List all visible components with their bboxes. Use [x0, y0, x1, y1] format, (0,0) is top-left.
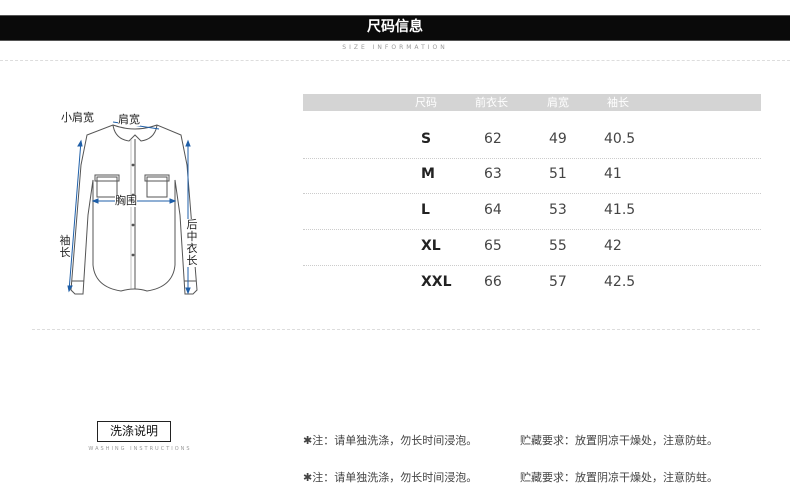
table-row: L 64 53 41.5: [303, 193, 761, 230]
wash-note: ✱注：请单独洗涤，勿长时间浸泡。: [303, 471, 478, 484]
storage-note: 贮藏要求：放置阴凉干燥处，注意防蛀。: [520, 434, 718, 447]
section-title: 尺码信息: [367, 19, 423, 35]
shoulder-cell: 49: [549, 131, 567, 147]
storage-note: 贮藏要求：放置阴凉干燥处，注意防蛀。: [520, 471, 718, 484]
table-row: S 62 49 40.5: [303, 122, 761, 159]
washing-subtitle: WASHING INSTRUCTIONS: [88, 446, 192, 452]
front-length-cell: 64: [484, 202, 502, 218]
table-row: M 63 51 41: [303, 157, 761, 194]
size-cell: S: [421, 131, 432, 147]
sleeve-cell: 42.5: [604, 274, 636, 290]
front-length-cell: 66: [484, 274, 502, 290]
sleeve-cell: 41: [604, 166, 622, 182]
table-row: XXL 66 57 42.5: [303, 265, 761, 301]
shoulder-cell: 53: [549, 202, 567, 218]
wash-note: ✱注：请单独洗涤，勿长时间浸泡。: [303, 434, 478, 447]
size-table-header: [303, 94, 761, 111]
sleeve-length-label: 袖长: [59, 234, 71, 259]
shoulder-cell: 55: [549, 238, 567, 254]
sleeve-cell: 42: [604, 238, 622, 254]
section-divider: [32, 329, 760, 330]
sleeve-cell: 41.5: [604, 202, 636, 218]
header-divider: [0, 60, 790, 61]
shoulder-cell: 57: [549, 274, 567, 290]
size-cell: XL: [421, 238, 441, 254]
chest-label: 胸围: [115, 194, 137, 207]
front-length-cell: 62: [484, 131, 502, 147]
header-sleeve: 袖长: [607, 96, 629, 109]
header-size: 尺码: [415, 96, 437, 109]
shirt-measurement-diagram: 小肩宽 肩宽 胸围 袖长 后中衣长: [55, 105, 215, 305]
front-length-cell: 63: [484, 166, 502, 182]
washing-title: 洗涤说明: [97, 421, 171, 442]
back-length-label: 后中衣长: [186, 218, 198, 267]
table-row: XL 65 55 42: [303, 229, 761, 266]
small-shoulder-label: 小肩宽: [61, 111, 94, 124]
sleeve-cell: 40.5: [604, 131, 636, 147]
header-shoulder: 肩宽: [547, 96, 569, 109]
header-front-length: 前衣长: [475, 96, 508, 109]
section-subtitle: SIZE INFORMATION: [342, 44, 448, 51]
size-cell: M: [421, 166, 435, 182]
front-length-cell: 65: [484, 238, 502, 254]
shoulder-label: 肩宽: [118, 113, 140, 126]
size-cell: XXL: [421, 274, 452, 290]
size-cell: L: [421, 202, 430, 218]
shoulder-cell: 51: [549, 166, 567, 182]
